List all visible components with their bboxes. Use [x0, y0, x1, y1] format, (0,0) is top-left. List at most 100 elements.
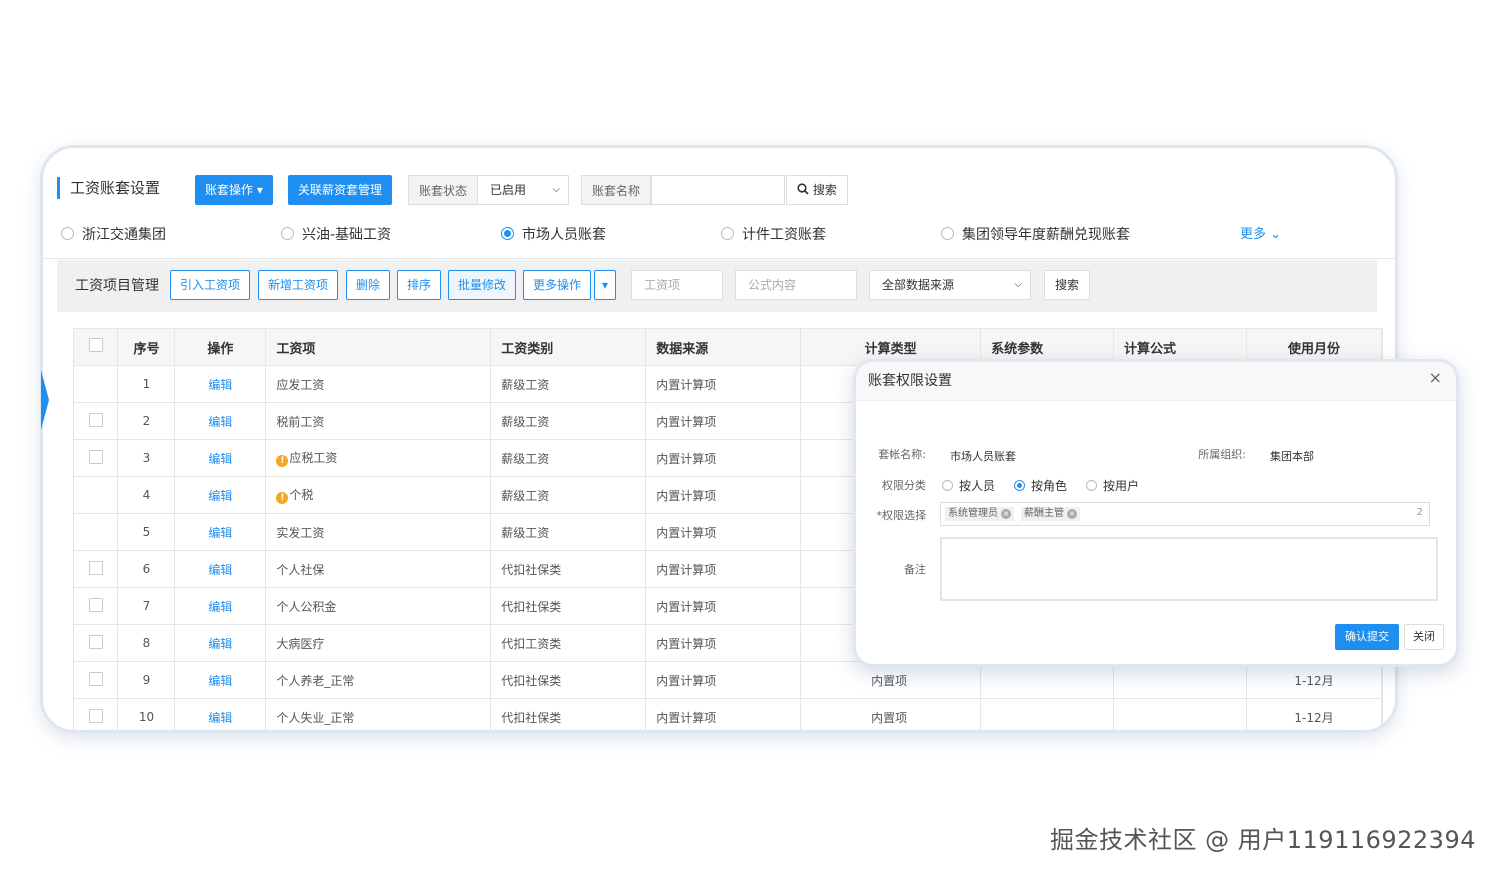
radio-selected-icon [1014, 480, 1025, 491]
perm-radio-by-user[interactable]: 按用户 [1086, 477, 1139, 494]
edit-link[interactable]: 编辑 [208, 489, 232, 503]
radio-icon [942, 480, 953, 491]
calc-type-cell: 内置项 [800, 661, 982, 699]
table-row: 10 编辑 个人失业_正常 代扣社保类 内置计算项 内置项 1-12月 [74, 698, 1382, 730]
account-radio-group: 浙江交通集团 兴油-基础工资 市场人员账套 计件工资账套 集团领导年度薪酬兑现账… [61, 224, 1371, 246]
watermark: 掘金技术社区 @ 用户119116922394 [1050, 826, 1476, 854]
account-radio-1[interactable]: 兴油-基础工资 [281, 224, 391, 246]
item-name: 个人养老_正常 [276, 673, 355, 688]
source-cell: 内置计算项 [645, 439, 802, 477]
edit-link[interactable]: 编辑 [208, 563, 232, 577]
months-cell: 1-12月 [1246, 661, 1382, 699]
column-header: 操作 [174, 329, 267, 366]
edit-link[interactable]: 编辑 [208, 600, 232, 614]
edit-link[interactable]: 编辑 [208, 378, 232, 392]
select-all-checkbox[interactable] [88, 338, 103, 352]
perm-radio-by-person[interactable]: 按人员 [942, 477, 995, 494]
set-name-label: 套帐名称: [878, 448, 926, 461]
edit-link[interactable]: 编辑 [208, 711, 232, 725]
row-checkbox[interactable] [88, 708, 103, 723]
account-name-input[interactable] [651, 175, 785, 205]
item-name: 应发工资 [276, 377, 325, 392]
account-radio-2[interactable]: 市场人员账套 [501, 224, 606, 246]
more-ops-button[interactable]: 更多操作 [523, 270, 592, 300]
row-action-cell: 编辑 [174, 439, 267, 477]
account-radio-label: 集团领导年度薪酬兑现账套 [962, 227, 1130, 243]
perm-radio-by-role[interactable]: 按角色 [1014, 477, 1067, 494]
radio-icon [941, 227, 954, 240]
edit-link[interactable]: 编辑 [208, 674, 232, 688]
row-checkbox-cell [74, 661, 119, 699]
row-checkbox-cell [74, 365, 119, 403]
account-ops-button[interactable]: 账套操作 ▾ [195, 175, 273, 205]
warning-icon: ! [276, 455, 289, 467]
header-bar: 工资账套设置 账套操作 ▾ 关联薪资套管理 账套状态 已启用 ⌵ 账套名称 搜索 [57, 173, 1377, 207]
row-checkbox[interactable] [88, 560, 103, 575]
row-number: 8 [117, 624, 176, 662]
row-checkbox[interactable] [88, 449, 103, 464]
edit-link[interactable]: 编辑 [208, 452, 232, 466]
source-cell: 内置计算项 [645, 698, 802, 730]
remove-tag-icon[interactable]: × [1067, 509, 1077, 519]
row-checkbox[interactable] [88, 597, 103, 612]
source-cell: 内置计算项 [645, 365, 802, 403]
remove-tag-icon[interactable]: × [1001, 509, 1011, 519]
status-select[interactable]: 已启用 ⌵ [477, 175, 569, 205]
batch-edit-button[interactable]: 批量修改 [448, 270, 517, 300]
perm-multi-select[interactable]: 系统管理员 × 薪酬主管 × 2 [940, 502, 1430, 526]
item-filter-input[interactable]: 工资项 [631, 270, 723, 300]
toolbar-search-button[interactable]: 搜索 [1044, 270, 1091, 300]
row-number: 1 [117, 365, 176, 403]
close-icon[interactable]: × [1429, 368, 1442, 387]
item-cell: 个人养老_正常 [265, 661, 492, 699]
category-cell: 代扣社保类 [490, 661, 647, 699]
row-checkbox[interactable] [88, 671, 103, 686]
note-textarea[interactable] [940, 537, 1438, 601]
more-accounts-link[interactable]: 更多 ⌄ [1240, 224, 1281, 246]
header-search-button[interactable]: 搜索 [786, 175, 848, 205]
row-checkbox[interactable] [88, 634, 103, 649]
item-cell: 个人公积金 [265, 587, 492, 625]
formula-cell [1113, 698, 1247, 730]
dialog-title: 账套权限设置 [868, 373, 952, 389]
edit-link[interactable]: 编辑 [208, 637, 232, 651]
search-icon [797, 183, 809, 195]
link-salary-set-button[interactable]: 关联薪资套管理 [288, 175, 393, 205]
side-pointer-icon [41, 370, 49, 430]
perm-select-label: *权限选择 [876, 509, 927, 522]
source-select-value: 全部数据来源 [882, 278, 955, 292]
formula-filter-input[interactable]: 公式内容 [735, 270, 857, 300]
chevron-down-icon: ▾ [602, 278, 609, 292]
item-cell: 实发工资 [265, 513, 492, 551]
account-radio-label: 兴油-基础工资 [302, 227, 392, 243]
edit-link[interactable]: 编辑 [208, 415, 232, 429]
confirm-submit-button[interactable]: 确认提交 [1335, 624, 1399, 650]
org-label: 所属组织: [1198, 448, 1246, 461]
account-radio-4[interactable]: 集团领导年度薪酬兑现账套 [941, 224, 1130, 246]
source-cell: 内置计算项 [645, 661, 802, 699]
import-item-button[interactable]: 引入工资项 [170, 270, 251, 300]
param-cell [980, 698, 1115, 730]
page-title: 工资账套设置 [57, 177, 160, 199]
tag-label: 系统管理员 [948, 508, 998, 519]
column-header: 序号 [117, 329, 176, 366]
source-select[interactable]: 全部数据来源 ⌵ [869, 270, 1031, 300]
item-cell: 税前工资 [265, 402, 492, 440]
row-number: 3 [117, 439, 176, 477]
delete-button[interactable]: 删除 [346, 270, 391, 300]
category-cell: 代扣社保类 [490, 550, 647, 588]
radio-icon [721, 227, 734, 240]
account-radio-0[interactable]: 浙江交通集团 [61, 224, 166, 246]
more-ops-dropdown-toggle[interactable]: ▾ [594, 270, 617, 300]
row-checkbox-cell [74, 550, 119, 588]
add-item-button[interactable]: 新增工资项 [258, 270, 339, 300]
formula-cell [1113, 661, 1247, 699]
source-cell: 内置计算项 [645, 513, 802, 551]
sort-button[interactable]: 排序 [397, 270, 442, 300]
perm-type-label: 权限分类 [882, 479, 926, 492]
set-name-value: 市场人员账套 [950, 450, 1016, 463]
dialog-close-button[interactable]: 关闭 [1404, 624, 1444, 650]
account-radio-3[interactable]: 计件工资账套 [721, 224, 826, 246]
edit-link[interactable]: 编辑 [208, 526, 232, 540]
row-checkbox[interactable] [88, 412, 103, 427]
